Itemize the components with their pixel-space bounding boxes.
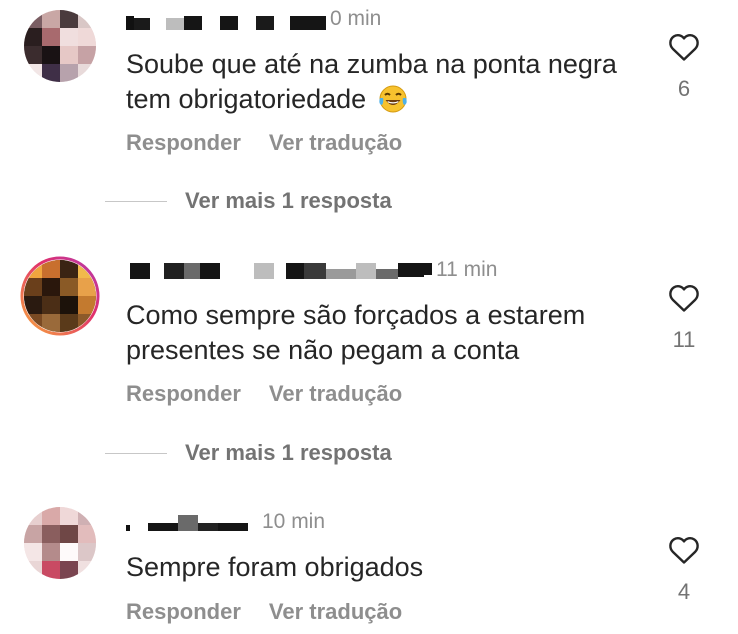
- comment-actions: Responder Ver tradução: [126, 381, 430, 407]
- comment-text: Soube que até na zumba na ponta negra te…: [126, 47, 656, 123]
- reply-button[interactable]: Responder: [126, 599, 241, 624]
- comment-time: 11 min: [436, 258, 498, 281]
- redacted-username-blocks: [126, 16, 326, 30]
- redacted-username[interactable]: [126, 259, 432, 281]
- avatar[interactable]: [24, 507, 96, 579]
- comment-time: 0 min: [330, 7, 382, 30]
- comment-actions: Responder Ver tradução: [126, 130, 430, 156]
- heart-icon[interactable]: [668, 535, 700, 565]
- comment-actions: Responder Ver tradução: [126, 599, 430, 625]
- comment-time: 10 min: [262, 510, 326, 533]
- see-translation-button[interactable]: Ver tradução: [269, 381, 402, 406]
- redacted-username-blocks: [130, 263, 432, 279]
- redacted-username-blocks: [126, 515, 248, 531]
- pixelated-avatar-image: [24, 10, 96, 82]
- avatar[interactable]: [24, 260, 96, 332]
- view-more-replies-label: Ver mais 1 resposta: [185, 188, 392, 213]
- avatar[interactable]: [24, 10, 96, 82]
- like-count: 11: [672, 327, 696, 352]
- see-translation-button[interactable]: Ver tradução: [269, 130, 402, 155]
- view-more-replies-label: Ver mais 1 resposta: [185, 440, 392, 465]
- replies-divider-line: [105, 200, 167, 202]
- like-control: 11: [665, 283, 703, 353]
- reply-button[interactable]: Responder: [126, 130, 241, 155]
- comment-text: Sempre foram obrigados: [126, 552, 424, 582]
- joy-emoji-icon: [378, 84, 408, 123]
- heart-icon[interactable]: [668, 32, 700, 62]
- view-more-replies-button[interactable]: Ver mais 1 resposta: [105, 188, 392, 214]
- pixelated-avatar-image: [24, 507, 96, 579]
- reply-button[interactable]: Responder: [126, 381, 241, 406]
- comment-meta: 11 min: [126, 257, 497, 283]
- redacted-username[interactable]: [126, 8, 326, 30]
- pixelated-avatar-image: [24, 260, 96, 332]
- comment-text-body: Soube que até na zumba na ponta negra te…: [126, 49, 617, 114]
- comment-text: Como sempre são forçados a estarem prese…: [126, 300, 586, 365]
- heart-icon[interactable]: [668, 283, 700, 313]
- redacted-username[interactable]: [126, 511, 258, 533]
- comment-meta: 0 min: [126, 6, 381, 32]
- like-control: 6: [665, 32, 703, 102]
- like-count: 6: [677, 76, 691, 101]
- like-control: 4: [665, 535, 703, 605]
- view-more-replies-button[interactable]: Ver mais 1 resposta: [105, 440, 392, 466]
- like-count: 4: [677, 579, 691, 604]
- comment-meta: 10 min: [126, 509, 325, 535]
- see-translation-button[interactable]: Ver tradução: [269, 599, 402, 624]
- replies-divider-line: [105, 452, 167, 454]
